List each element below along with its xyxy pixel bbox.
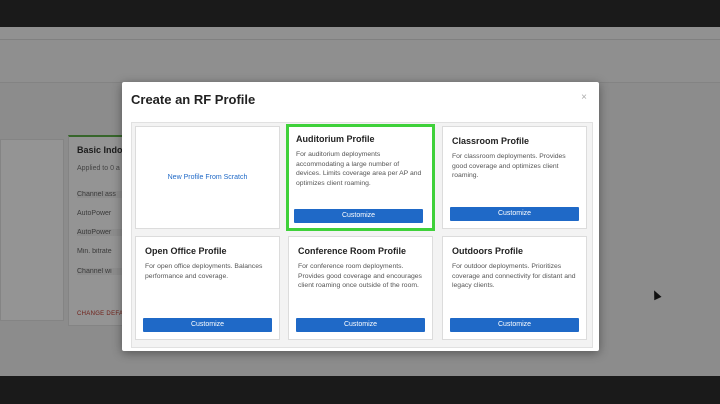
tile-title: Open Office Profile xyxy=(145,246,227,256)
tile-title: Auditorium Profile xyxy=(296,134,375,144)
tile-outdoors-profile[interactable]: Outdoors Profile For outdoor deployments… xyxy=(442,236,587,340)
tile-classroom-profile[interactable]: Classroom Profile For classroom deployme… xyxy=(442,126,587,229)
new-profile-from-scratch-link[interactable]: New Profile From Scratch xyxy=(136,174,279,181)
tile-description: For classroom deployments. Provides good… xyxy=(452,153,566,179)
tile-title: Outdoors Profile xyxy=(452,246,524,256)
tile-title: Conference Room Profile xyxy=(298,246,407,256)
modal-title: Create an RF Profile xyxy=(131,92,256,107)
customize-button[interactable]: Customize xyxy=(143,318,272,332)
tile-description: For conference room deployments. Provide… xyxy=(298,263,422,289)
customize-button[interactable]: Customize xyxy=(450,207,579,221)
tile-description: For open office deployments. Balances pe… xyxy=(145,263,263,280)
close-icon[interactable]: × xyxy=(581,92,587,103)
tile-auditorium-profile[interactable]: Auditorium Profile For auditorium deploy… xyxy=(286,124,435,231)
tile-open-office-profile[interactable]: Open Office Profile For open office depl… xyxy=(135,236,280,340)
customize-button[interactable]: Customize xyxy=(296,318,425,332)
app-viewport: Basic Indo Applied to 0 a Channel ass Au… xyxy=(0,27,720,376)
create-rf-profile-modal: Create an RF Profile × New Profile From … xyxy=(122,82,599,351)
tile-new-from-scratch[interactable]: New Profile From Scratch xyxy=(135,126,280,229)
tile-description: For auditorium deployments accommodating… xyxy=(296,151,422,187)
tile-description: For outdoor deployments. Prioritizes cov… xyxy=(452,263,576,289)
customize-button[interactable]: Customize xyxy=(450,318,579,332)
tile-conference-room-profile[interactable]: Conference Room Profile For conference r… xyxy=(288,236,433,340)
tile-title: Classroom Profile xyxy=(452,136,530,146)
customize-button[interactable]: Customize xyxy=(294,209,423,223)
profile-grid: New Profile From Scratch Auditorium Prof… xyxy=(131,122,593,348)
